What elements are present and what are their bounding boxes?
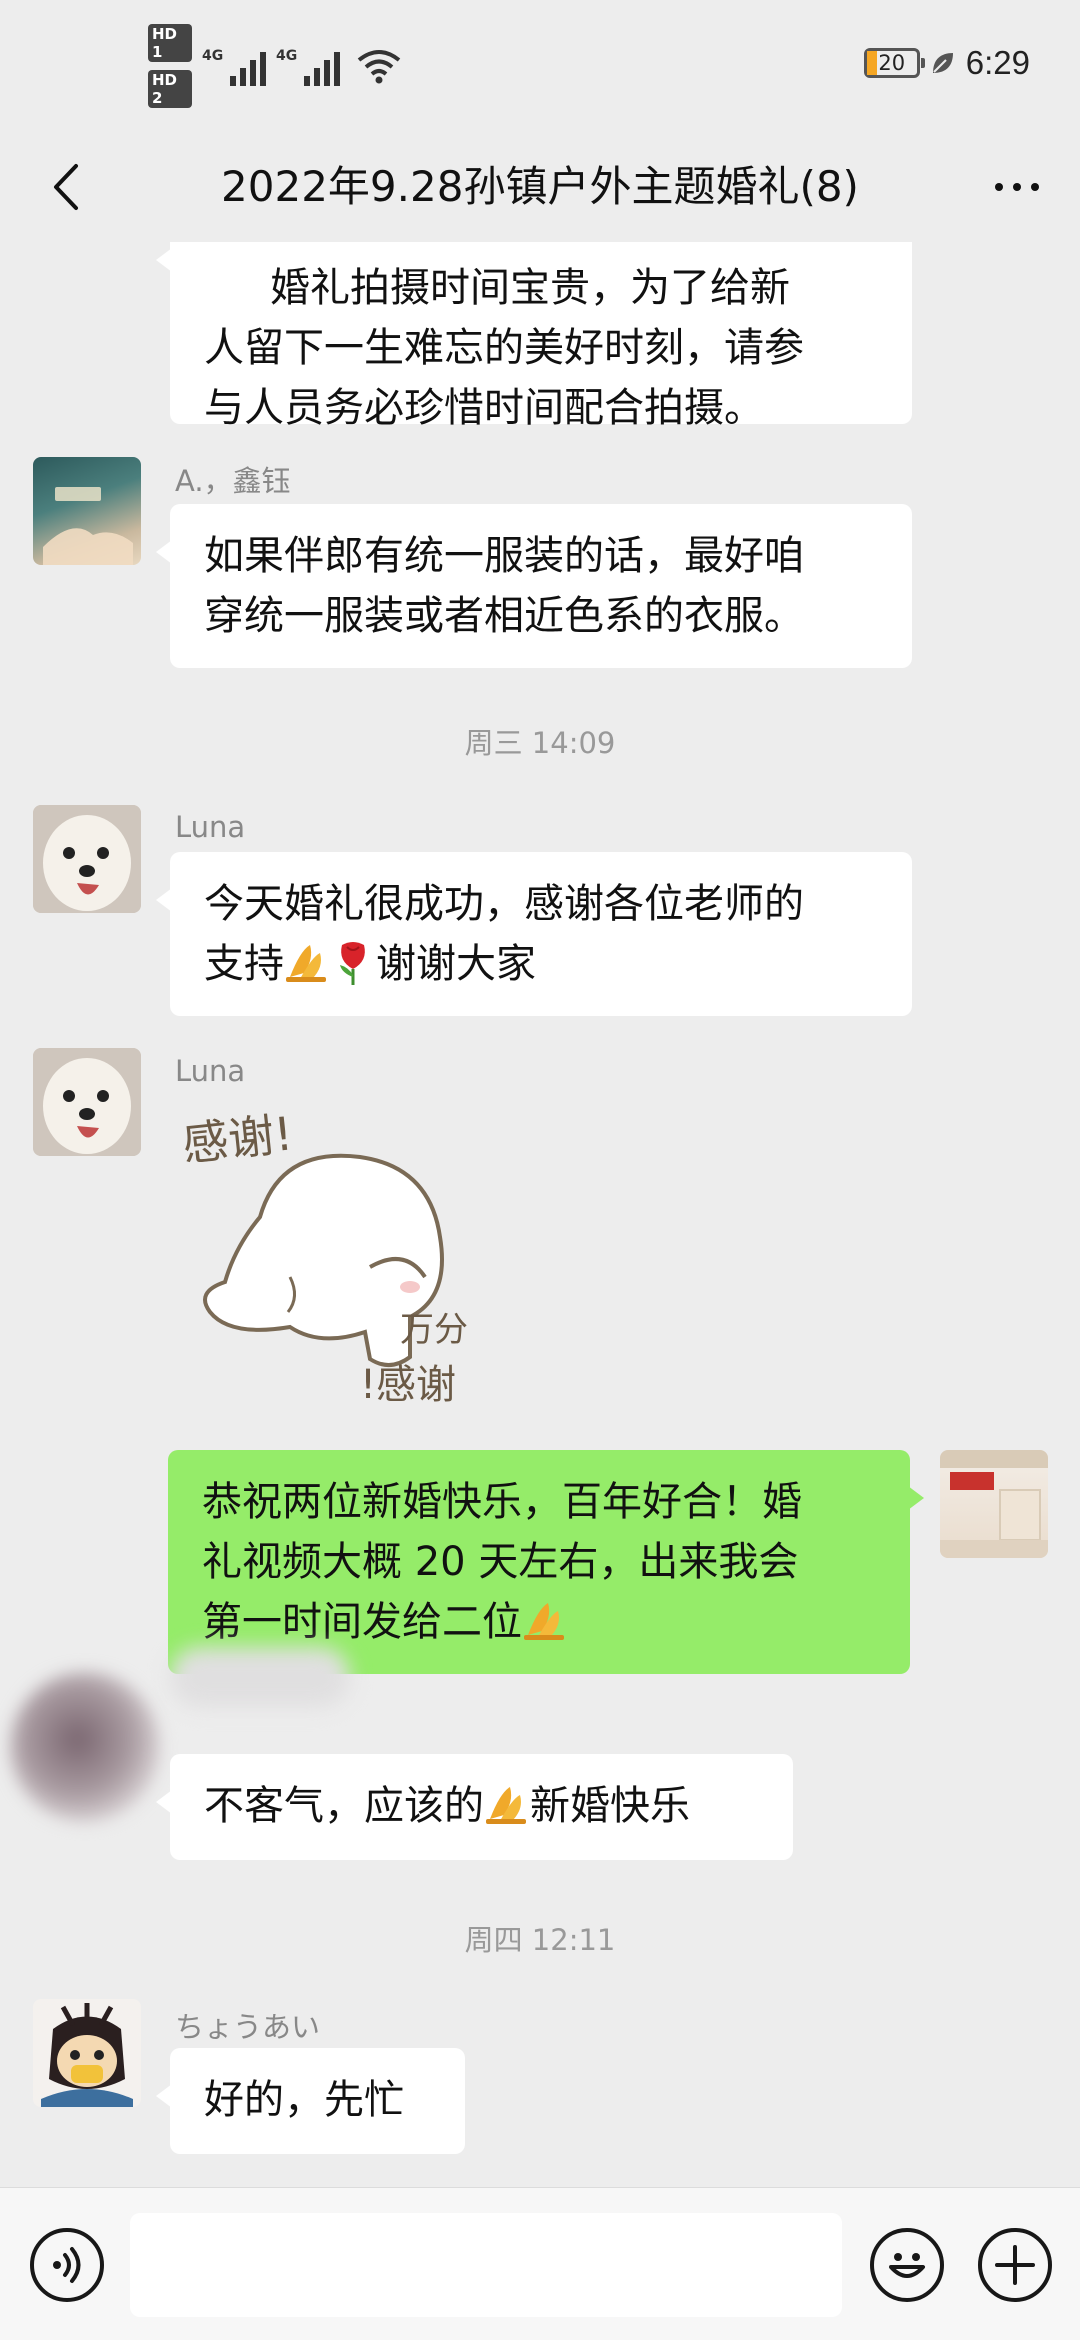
battery-level: 20 [878,51,906,75]
message-line: 支持 谢谢大家 [204,934,880,994]
blurred-sender-name [170,1647,350,1707]
message-line: 与人员务必珍惜时间配合拍摄。 [204,385,764,431]
sticker-thank-you[interactable]: 感谢! 万分 !感谢 [170,1097,500,1427]
message-text: 不客气，应该的 [204,1783,484,1829]
message-list[interactable]: 婚礼拍摄时间宝贵，为了给新 人留下一生难忘的美好时刻，请参 与人员务必珍惜时间配… [0,242,1080,2187]
voice-button[interactable] [30,2228,104,2302]
wifi-icon [357,50,401,84]
hd-indicators: HD 1 HD 2 [148,24,192,108]
message-bubble[interactable]: 如果伴郎有统一服装的话，最好咱 穿统一服装或者相近色系的衣服。 [156,504,912,668]
sender-name: Luna [175,1054,246,1088]
message-text: 新婚快乐 [530,1783,690,1829]
hd-badge-1: HD 1 [148,24,192,62]
avatar-dog-image [33,1048,141,1156]
sender-name: ちょうあい [175,2010,321,2044]
timestamp: 周四 12:11 [464,1923,616,1957]
battery-icon: 20 [863,48,925,78]
hd-badge-2: HD 2 [148,70,192,108]
avatar-dog-image [33,805,141,913]
sticker-text: !感谢 [360,1362,457,1408]
message-text: 第一时间发给二位 [202,1599,522,1645]
message-line: 不客气，应该的 新婚快乐 [204,1776,761,1836]
avatar[interactable] [33,457,141,565]
avatar-studio-image [940,1450,1048,1558]
message-input[interactable] [130,2213,842,2317]
message-bubble[interactable]: 恭祝两位新婚快乐，百年好合！婚 礼视频大概 20 天左右，出来我会 第一时间发给… [168,1450,924,1674]
avatar-hands-image [43,487,133,565]
avatar[interactable] [33,1999,141,2107]
avatar[interactable] [33,1048,141,1156]
message-line: 礼视频大概 20 天左右，出来我会 [202,1539,799,1585]
more-dot [995,183,1003,191]
signal-icon-2: 4G [276,46,340,86]
plus-icon [995,2245,1035,2285]
message-line: 穿统一服装或者相近色系的衣服。 [204,593,804,639]
status-left: HD 1 HD 2 4G 4G [148,24,402,108]
rose-emoji-icon [340,942,365,985]
message-line: 今天婚礼很成功，感谢各位老师的 [204,881,804,927]
chevron-left-icon [54,164,78,210]
message-line: 如果伴郎有统一服装的话，最好咱 [204,533,804,579]
emoji-button[interactable] [870,2228,944,2302]
message-bubble[interactable]: 婚礼拍摄时间宝贵，为了给新 人留下一生难忘的美好时刻，请参 与人员务必珍惜时间配… [156,242,912,431]
timestamp: 周三 14:09 [464,726,616,760]
message-line: 第一时间发给二位 [202,1592,878,1652]
smile-icon [889,2253,925,2278]
pray-emoji-icon [524,1603,564,1640]
blurred-avatar[interactable] [10,1672,160,1822]
more-button[interactable] [982,152,1052,222]
avatar[interactable] [33,805,141,913]
sender-name: Luna [175,810,246,844]
voice-icon [53,2247,81,2283]
message-bubble[interactable]: 不客气，应该的 新婚快乐 [156,1754,793,1860]
sender-name: A.，鑫钰 [175,464,291,498]
plus-button[interactable] [978,2228,1052,2302]
message-text: 支持 [204,941,284,987]
status-right: 20 6:29 [863,44,1030,82]
back-button[interactable] [30,152,100,222]
message-line: 好的，先忙 [204,2077,404,2123]
more-dot [1031,183,1039,191]
message-line: 人留下一生难忘的美好时刻，请参 [204,325,804,371]
signal-icon-1: 4G [202,46,266,86]
status-bar: HD 1 HD 2 4G 4G 20 6:29 [0,0,1080,132]
message-bubble[interactable]: 好的，先忙 [156,2048,465,2154]
self-avatar[interactable] [940,1450,1048,1558]
network-type-2: 4G [276,48,298,64]
message-line: 婚礼拍摄时间宝贵，为了给新 [270,265,790,311]
sticker-text: 万分 [400,1310,468,1350]
power-saving-leaf-icon [932,53,953,73]
network-type-1: 4G [202,48,224,64]
pray-emoji-icon [286,945,326,982]
chat-title: 2022年9.28孙镇户外主题婚礼(8) [221,162,859,211]
message-text: 谢谢大家 [376,941,536,987]
message-line: 恭祝两位新婚快乐，百年好合！婚 [202,1479,802,1525]
clock: 6:29 [965,44,1030,81]
chat-header: 2022年9.28孙镇户外主题婚礼(8) [0,132,1080,242]
sticker-text: 感谢! [179,1106,296,1172]
more-dot [1013,183,1021,191]
pray-emoji-icon [486,1787,526,1824]
message-bubble[interactable]: 今天婚礼很成功，感谢各位老师的 支持 谢谢大家 [156,852,912,1016]
input-bar [0,2187,1080,2340]
avatar-cartoon-image [41,2003,133,2107]
